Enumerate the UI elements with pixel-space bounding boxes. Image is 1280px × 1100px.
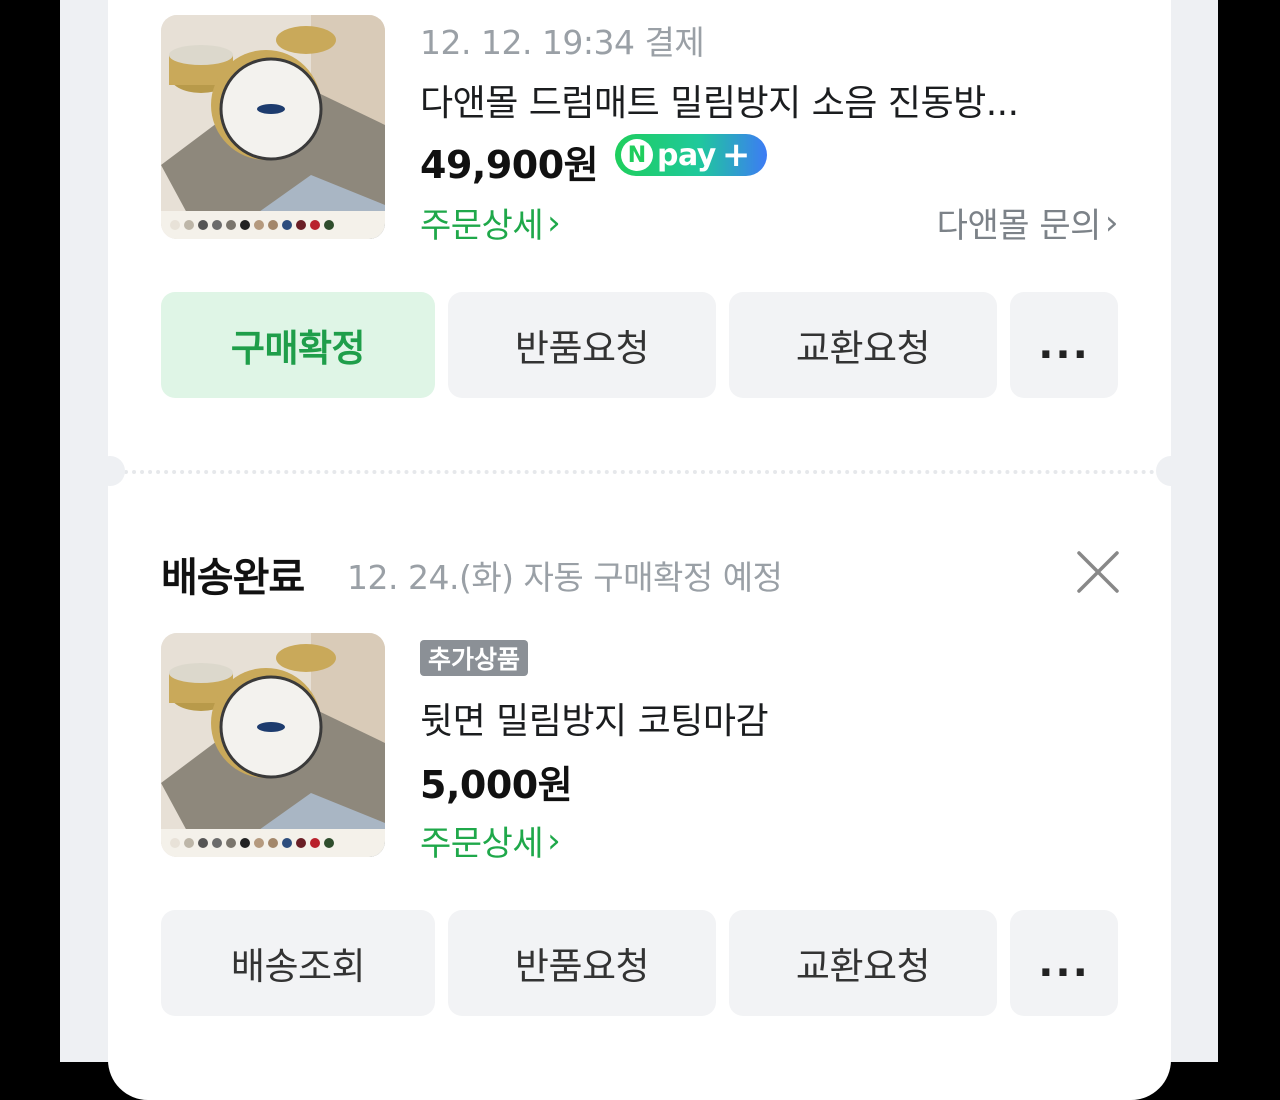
confirm-purchase-label: 구매확정	[230, 327, 366, 370]
more-horizontal-icon: ...	[1038, 940, 1090, 986]
section-divider	[108, 470, 1171, 474]
seller-inquiry-link[interactable]: 다앤몰 문의 ›	[936, 198, 1119, 247]
return-request-button[interactable]: 반품요청	[448, 292, 716, 398]
track-delivery-label: 배송조회	[230, 945, 366, 988]
chevron-right-icon: ›	[1104, 202, 1119, 243]
confirm-purchase-button[interactable]: 구매확정	[161, 292, 435, 398]
order-detail-link[interactable]: 주문상세 ›	[420, 198, 561, 247]
return-request-label: 반품요청	[514, 327, 650, 370]
divider-notch-left	[95, 456, 125, 486]
auto-confirm-date: 12. 24.(화) 자동 구매확정 예정	[347, 558, 783, 597]
chevron-right-icon: ›	[547, 202, 561, 243]
order-detail-label: 주문상세	[420, 824, 544, 864]
plus-icon: +	[721, 135, 751, 175]
chevron-right-icon: ›	[547, 820, 561, 861]
product-thumbnail[interactable]	[161, 15, 385, 239]
npay-plus-badge: N pay +	[615, 134, 767, 176]
product-title[interactable]: 다앤몰 드럼매트 밀림방지 소음 진동방...	[420, 74, 1019, 126]
seller-inquiry-label: 다앤몰 문의	[936, 206, 1102, 246]
product-price: 5,000원	[420, 763, 573, 807]
exchange-request-button[interactable]: 교환요청	[729, 292, 997, 398]
add-on-badge: 추가상품	[420, 640, 529, 676]
order-date: 12. 12. 19:34 결제	[420, 23, 705, 62]
exchange-request-label: 교환요청	[795, 327, 931, 370]
delivery-status: 배송완료	[161, 555, 305, 601]
npay-label: pay	[657, 137, 716, 173]
exchange-request-button[interactable]: 교환요청	[729, 910, 997, 1016]
order-detail-label: 주문상세	[420, 206, 544, 246]
product-price: 49,900원	[420, 143, 599, 187]
order-detail-link[interactable]: 주문상세 ›	[420, 816, 561, 865]
product-thumbnail[interactable]	[161, 633, 385, 857]
product-title[interactable]: 뒷면 밀림방지 코팅마감	[420, 692, 769, 744]
npay-n-icon: N	[621, 139, 653, 171]
more-button[interactable]: ...	[1010, 292, 1118, 398]
exchange-request-label: 교환요청	[795, 945, 931, 988]
return-request-label: 반품요청	[514, 945, 650, 988]
more-horizontal-icon: ...	[1038, 322, 1090, 368]
more-button[interactable]: ...	[1010, 910, 1118, 1016]
divider-notch-right	[1156, 456, 1186, 486]
close-icon[interactable]	[1075, 549, 1121, 595]
return-request-button[interactable]: 반품요청	[448, 910, 716, 1016]
track-delivery-button[interactable]: 배송조회	[161, 910, 435, 1016]
